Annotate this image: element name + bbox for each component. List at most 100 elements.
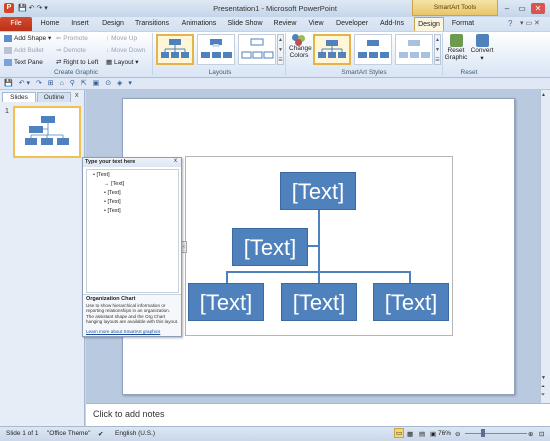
next-slide-icon[interactable]: ⏷: [541, 392, 545, 398]
layout-half-circle-org[interactable]: [238, 34, 276, 65]
tab-insert[interactable]: Insert: [66, 17, 94, 31]
style-white-outline[interactable]: [354, 34, 392, 65]
text-pane-list[interactable]: [86, 169, 179, 293]
tab-outline[interactable]: Outline: [37, 92, 71, 102]
styles-gallery-scroll[interactable]: ▲ ▼ ☰: [434, 34, 441, 65]
style-subtle-effect[interactable]: [395, 34, 433, 65]
right-to-left-icon: ⇄: [56, 59, 62, 66]
move-down-button[interactable]: ↓ Move Down: [106, 45, 145, 56]
smartart-shape-assistant[interactable]: [Text]: [232, 228, 308, 266]
spelling-check-icon[interactable]: ✔: [98, 430, 103, 438]
add-bullet-button[interactable]: Add Bullet: [4, 45, 44, 56]
convert-dropdown-icon: ▾: [480, 55, 484, 62]
layout-name-title-org[interactable]: [197, 34, 235, 65]
normal-view-icon[interactable]: ▭: [394, 428, 405, 438]
maximize-button[interactable]: ▭: [515, 3, 529, 14]
smartart-shape-top[interactable]: [Text]: [280, 172, 356, 210]
previous-slide-icon[interactable]: ⏶: [541, 384, 545, 390]
text-pane-item[interactable]: • [Text]: [104, 208, 121, 214]
add-shape-button[interactable]: Add Shape ▾: [4, 33, 51, 44]
tab-design[interactable]: Design: [98, 17, 128, 31]
close-button[interactable]: ✕: [531, 3, 545, 14]
zoom-slider[interactable]: [465, 433, 527, 434]
assistant-arrow-icon: →: [104, 181, 110, 187]
text-pane-item-label: [Text]: [107, 199, 121, 205]
add-bullet-label: Add Bullet: [14, 47, 44, 54]
vertical-scrollbar[interactable]: [540, 90, 550, 403]
style-thumb-icon: [399, 40, 430, 58]
text-pane-icon: [4, 58, 12, 66]
zoom-in-icon[interactable]: ⊕: [528, 430, 533, 438]
layouts-gallery-scroll[interactable]: ▲ ▼ ☰: [277, 34, 284, 65]
zoom-slider-thumb[interactable]: [481, 429, 485, 437]
tab-file[interactable]: File: [0, 17, 32, 31]
tab-view[interactable]: View: [304, 17, 328, 31]
smartart-styles-group-label: SmartArt Styles: [341, 69, 387, 76]
text-pane-item-label: [Text]: [107, 190, 121, 196]
smartart-shape-child[interactable]: [Text]: [281, 283, 357, 321]
demote-icon: ⇒: [56, 47, 62, 54]
tab-smartart-format[interactable]: Format: [447, 17, 479, 31]
layout-button[interactable]: ▦ Layout ▾: [106, 57, 139, 68]
convert-button[interactable]: Convert ▾: [470, 34, 494, 62]
text-pane-item[interactable]: • [Text]: [104, 190, 121, 196]
change-colors-button[interactable]: Change Colors: [289, 34, 312, 64]
reset-graphic-button[interactable]: Reset Graphic: [444, 34, 468, 61]
layout-icon: ▦: [106, 59, 113, 66]
slideshow-view-icon[interactable]: ▣: [430, 430, 436, 438]
style-simple-fill[interactable]: [313, 34, 351, 65]
demote-button[interactable]: ⇒ Demote: [56, 45, 86, 56]
tab-smartart-design[interactable]: Design: [414, 17, 444, 31]
text-pane-button[interactable]: Text Pane: [4, 57, 43, 68]
tab-slide-show[interactable]: Slide Show: [224, 17, 266, 31]
zoom-out-icon[interactable]: ⊖: [455, 430, 460, 438]
scroll-down-icon[interactable]: ▼: [541, 375, 546, 381]
smartart-shape-child[interactable]: [Text]: [188, 283, 264, 321]
status-slide-count: Slide 1 of 1: [6, 430, 39, 437]
minimize-button[interactable]: –: [500, 3, 514, 14]
ribbon-window-controls[interactable]: ▾ ▭ ✕: [520, 19, 540, 27]
bullet-icon: •: [104, 199, 106, 205]
text-pane-item[interactable]: → [Text]: [104, 181, 124, 187]
tab-review[interactable]: Review: [270, 17, 300, 31]
layout-org-chart[interactable]: [156, 34, 194, 65]
tab-add-ins[interactable]: Add-Ins: [376, 17, 408, 31]
status-language[interactable]: English (U.S.): [115, 430, 155, 437]
create-graphic-group-label: Create Graphic: [53, 69, 99, 76]
layout-info-title: Organization Chart: [86, 296, 136, 302]
scroll-up-icon[interactable]: ▲: [541, 92, 546, 98]
help-icon[interactable]: ?: [508, 19, 512, 28]
ribbon-separator: [152, 33, 153, 75]
tab-transitions[interactable]: Transitions: [131, 17, 173, 31]
change-colors-label: Change: [289, 45, 312, 52]
learn-more-link[interactable]: Learn more about SmartArt graphics: [86, 329, 160, 334]
zoom-level[interactable]: 76%: [438, 430, 451, 437]
style-thumb-icon: [318, 40, 346, 58]
contextual-group-label: SmartArt Tools: [412, 0, 498, 16]
qat-icons[interactable]: 💾 ↶▾ ↷ ⊞ ⌂ ⚲ ⇱ ▣ ⊙ ◈ ▾: [4, 79, 134, 87]
text-pane-item[interactable]: • [Text]: [93, 172, 110, 178]
reading-view-icon[interactable]: ▤: [419, 430, 425, 438]
bullet-icon: •: [104, 190, 106, 196]
promote-button[interactable]: ⇐ Promote: [56, 33, 88, 44]
reset-graphic-label: Reset: [447, 47, 465, 54]
tab-slides[interactable]: Slides: [2, 92, 36, 102]
smartart-shape-child[interactable]: [Text]: [373, 283, 449, 321]
status-theme[interactable]: "Office Theme": [47, 430, 90, 437]
org-chart-layout-icon: [161, 39, 189, 58]
tab-developer[interactable]: Developer: [332, 17, 372, 31]
right-to-left-button[interactable]: ⇄ Right to Left: [56, 57, 98, 68]
text-pane-item[interactable]: • [Text]: [104, 199, 121, 205]
tab-animations[interactable]: Animations: [177, 17, 221, 31]
right-to-left-label: Right to Left: [63, 59, 99, 66]
fit-to-window-icon[interactable]: ⊡: [539, 430, 544, 438]
slide-sorter-icon[interactable]: ▦: [407, 430, 413, 438]
change-colors-icon: [292, 34, 306, 46]
pane-close-icon[interactable]: x: [75, 92, 79, 99]
slide-number: 1: [5, 108, 9, 115]
slide-thumbnail[interactable]: [13, 106, 81, 158]
tab-home[interactable]: Home: [37, 17, 63, 31]
move-up-button[interactable]: ↑ Move Up: [106, 33, 137, 44]
text-pane-close-icon[interactable]: x: [174, 158, 177, 164]
text-pane-title: Type your text here: [83, 158, 181, 167]
